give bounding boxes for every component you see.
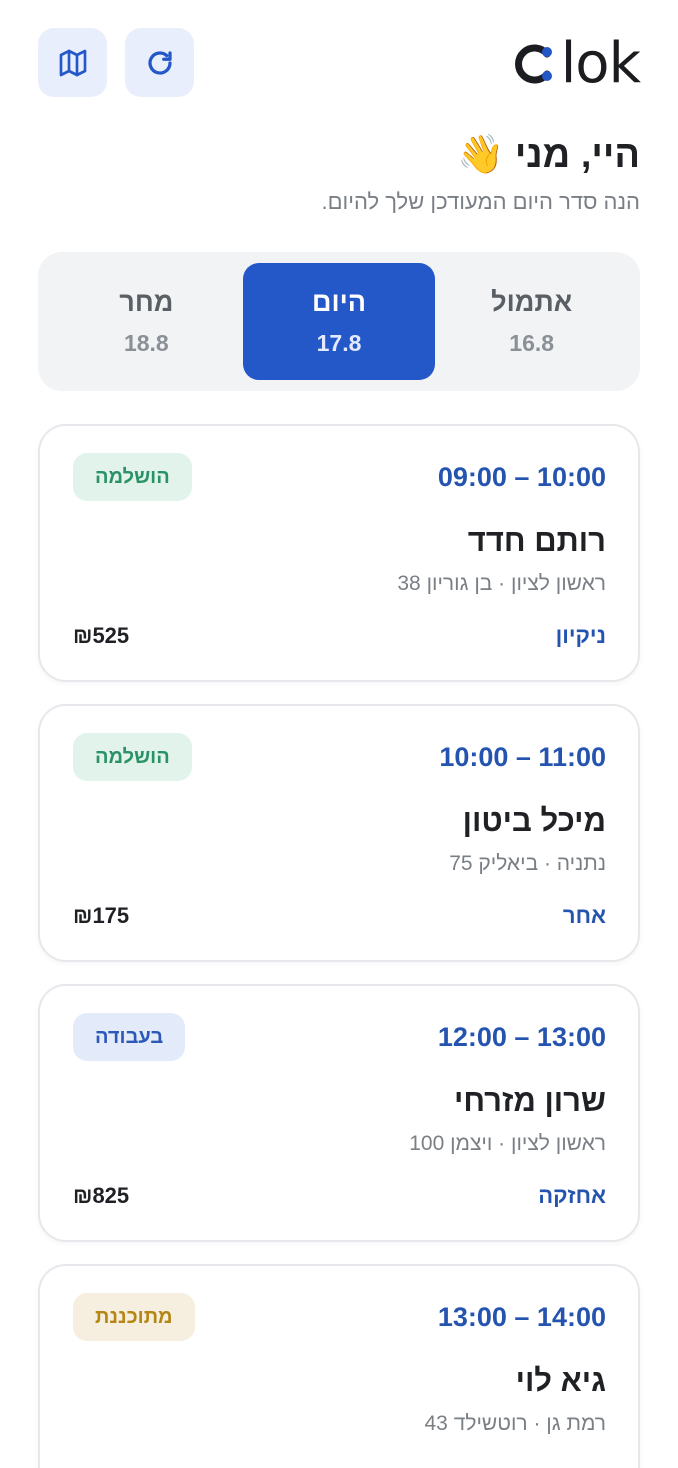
appointment-card[interactable]: 10:00 – 11:00 הושלמה מיכל ביטון נתניה · … xyxy=(38,704,640,962)
appointment-time: 10:00 – 11:00 xyxy=(439,742,606,772)
day-tab-date: 17.8 xyxy=(316,329,362,356)
service-type: ניקיון xyxy=(555,623,606,648)
appointment-price: ₪175 xyxy=(73,903,130,928)
day-tab-date: 18.8 xyxy=(123,329,169,356)
appointment-address: רמת גן · רוטשילד 43 xyxy=(424,1412,607,1435)
map-button[interactable] xyxy=(38,28,107,97)
appointment-time: 09:00 – 10:00 xyxy=(437,462,606,492)
appointment-card[interactable]: 09:00 – 10:00 הושלמה רותם חדד ראשון לציו… xyxy=(38,424,640,682)
status-badge: מתוכננת xyxy=(73,1293,195,1341)
customer-name: מיכל ביטון xyxy=(462,803,606,838)
appointment-price: ₪525 xyxy=(73,623,130,648)
app-logo: lok xyxy=(511,31,641,96)
day-tab-tomorrow[interactable]: מחר 18.8 xyxy=(50,263,243,380)
service-type: אחר xyxy=(562,903,606,928)
service-type: אחזקה xyxy=(538,1183,606,1208)
logo-mark-icon xyxy=(514,44,552,84)
customer-name: שרון מזרחי xyxy=(454,1083,606,1118)
refresh-icon xyxy=(147,50,172,75)
appointment-time: 13:00 – 14:00 xyxy=(437,1302,606,1332)
customer-name: גיא לוי xyxy=(515,1363,606,1398)
top-bar: lok xyxy=(38,28,641,98)
logo-text: lok xyxy=(560,31,641,96)
status-badge: הושלמה xyxy=(73,733,192,781)
day-tab-label: אתמול xyxy=(491,286,573,317)
appointment-card[interactable]: 12:00 – 13:00 בעבודה שרון מזרחי ראשון לצ… xyxy=(38,984,640,1242)
day-tab-date: 16.8 xyxy=(509,329,555,356)
day-tab-label: היום xyxy=(312,286,366,317)
appointment-address: נתניה · ביאליק 75 xyxy=(449,852,606,875)
appointment-price: ₪825 xyxy=(73,1183,130,1208)
greeting-section: היי, מני 👋 הנה סדר היום המעודכן שלך להיו… xyxy=(322,130,640,215)
status-badge: הושלמה xyxy=(73,453,192,501)
greeting-title: היי, מני 👋 xyxy=(322,130,640,179)
wave-emoji: 👋 xyxy=(456,132,505,176)
appointment-card[interactable]: 13:00 – 14:00 מתוכננת גיא לוי רמת גן · ר… xyxy=(38,1264,640,1468)
customer-name: רותם חדד xyxy=(467,523,606,558)
appointment-address: ראשון לציון · ויצמן 100 xyxy=(409,1132,606,1155)
day-tab-label: מחר xyxy=(119,286,174,317)
appointment-time: 12:00 – 13:00 xyxy=(437,1022,606,1052)
status-badge: בעבודה xyxy=(73,1013,186,1061)
refresh-button[interactable] xyxy=(125,28,194,97)
day-tab-yesterday[interactable]: אתמול 16.8 xyxy=(435,263,628,380)
day-selector: אתמול 16.8 היום 17.8 מחר 18.8 xyxy=(38,252,640,391)
greeting-subtitle: הנה סדר היום המעודכן שלך להיום. xyxy=(321,189,640,214)
appointment-address: ראשון לציון · בן גוריון 38 xyxy=(397,572,606,595)
greeting-text: היי, מני xyxy=(514,134,640,176)
day-tab-today[interactable]: היום 17.8 xyxy=(242,263,436,380)
map-icon xyxy=(59,49,86,76)
